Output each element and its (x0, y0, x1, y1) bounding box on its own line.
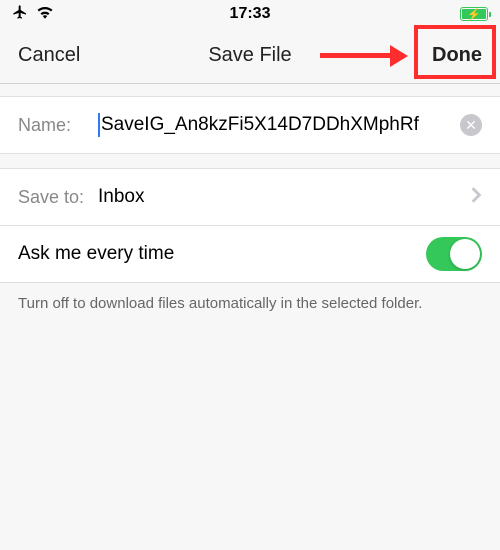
save-to-row[interactable]: Save to: Inbox (0, 168, 500, 226)
name-input[interactable]: SaveIG_An8kzFi5X14D7DDhXMphRf (98, 113, 454, 137)
page-title: Save File (208, 44, 291, 67)
annotation-arrow (320, 45, 408, 67)
airplane-mode-icon (12, 4, 28, 25)
close-icon: ✕ (465, 118, 477, 132)
name-row[interactable]: Name: SaveIG_An8kzFi5X14D7DDhXMphRf ✕ (0, 96, 500, 154)
footer-description: Turn off to download files automatically… (0, 283, 500, 324)
ask-every-time-toggle[interactable] (426, 237, 482, 271)
save-to-value: Inbox (98, 186, 462, 208)
wifi-icon (36, 5, 54, 24)
battery-charging-icon: ⚡ (460, 7, 488, 21)
done-button[interactable]: Done (432, 44, 482, 67)
ask-every-time-label: Ask me every time (18, 243, 426, 265)
navigation-bar: Cancel Save File Done (0, 28, 500, 84)
text-cursor (98, 113, 100, 137)
clear-text-button[interactable]: ✕ (460, 114, 482, 136)
chevron-right-icon (470, 186, 482, 209)
name-label: Name: (18, 115, 98, 136)
cancel-button[interactable]: Cancel (18, 44, 80, 67)
status-bar: 17:33 ⚡ (0, 0, 500, 28)
status-time: 17:33 (230, 5, 271, 23)
ask-every-time-row: Ask me every time (0, 225, 500, 283)
save-to-label: Save to: (18, 187, 98, 208)
